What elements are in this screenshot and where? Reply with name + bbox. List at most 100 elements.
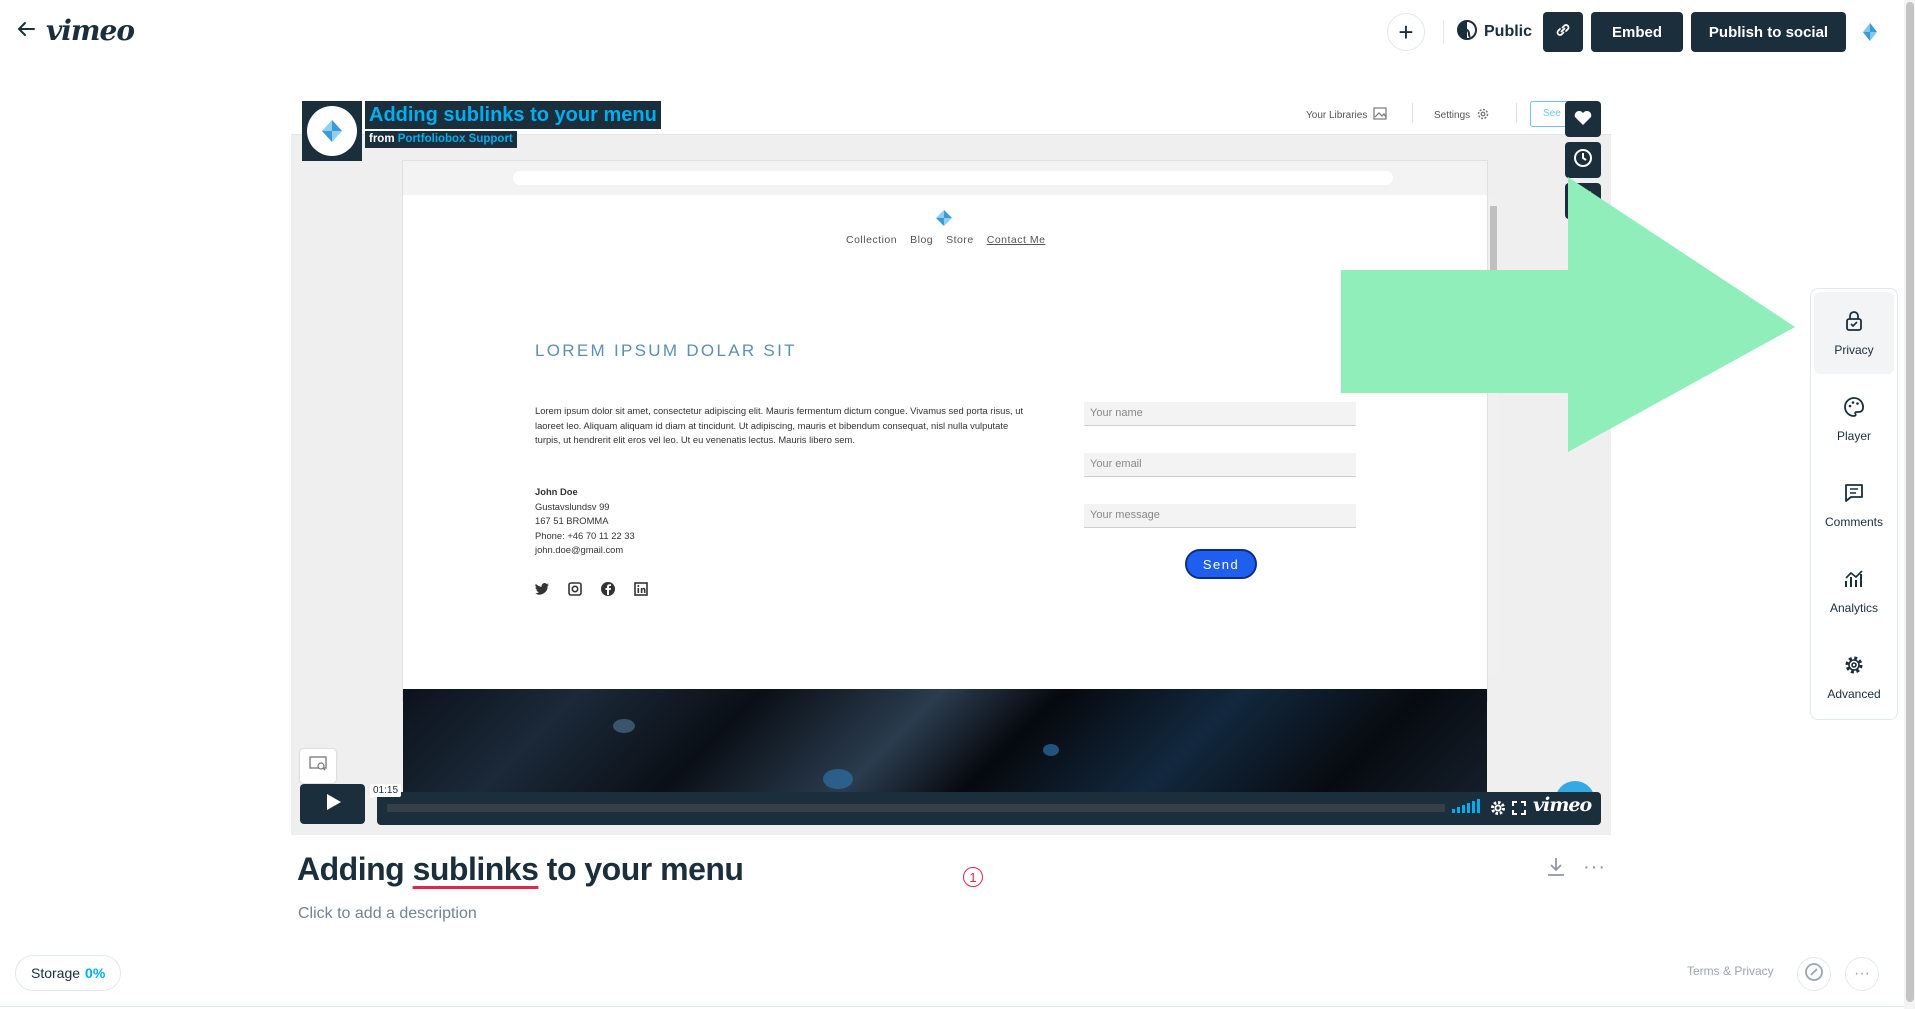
site-address: John Doe Gustavslundsv 99 167 51 BROMMA … [535,485,635,558]
gear-icon [1476,107,1490,124]
address-phone: Phone: +46 70 11 22 33 [535,529,635,541]
progress-bar[interactable] [387,804,1445,812]
site-navigation: Collection Blog Store Contact Me [846,234,1045,246]
settings-label: Settings [1434,110,1471,121]
storage-indicator[interactable]: Storage 0% [15,955,122,991]
divider [1516,103,1517,123]
storage-label: Storage [31,965,81,981]
side-panel-analytics[interactable]: Analytics [1814,550,1894,632]
recorded-url-field [513,171,1393,185]
settings-link: Settings [1434,107,1490,124]
linkedin-icon [633,581,649,597]
divider [0,1006,1904,1007]
grammarly-button[interactable] [1797,957,1831,991]
image-icon [1373,107,1387,123]
download-icon[interactable] [1546,856,1566,883]
title-part: Adding [297,851,413,887]
gear-icon [1843,654,1865,679]
site-message-field: Your message [1084,504,1356,528]
site-social-links [534,581,649,597]
play-icon [322,791,344,818]
site-nav-store: Store [946,234,974,246]
title-part: to your menu [538,851,744,887]
palette-icon [1843,396,1865,421]
instagram-icon [567,581,583,597]
fullscreen-icon[interactable] [1512,801,1526,820]
twitter-icon [534,581,550,597]
divider [1443,20,1444,44]
site-send-button: Send [1185,549,1257,579]
back-arrow-icon[interactable] [16,18,38,40]
link-icon [1554,21,1572,44]
side-panel-label: Comments [1824,514,1883,529]
side-panel-advanced[interactable]: Advanced [1814,636,1894,718]
side-panel-comments[interactable]: Comments [1814,464,1894,546]
your-libraries-link: Your Libraries [1306,107,1387,123]
player-settings-gear-icon[interactable] [1490,800,1506,821]
site-nav-contact: Contact Me [986,234,1046,246]
chapters-icon [309,755,327,777]
edit-check-icon [1804,962,1824,987]
volume-bar [1467,803,1470,813]
clock-icon [1573,148,1593,173]
page-scrollbar-thumb[interactable] [1906,2,1914,1002]
player-byline[interactable]: from Portfoliobox Support [365,131,517,148]
channel-avatar [307,106,357,156]
address-city: 167 51 BROMMA [535,515,609,527]
video-title-heading[interactable]: Adding sublinks to your menu [297,851,744,888]
libraries-label: Your Libraries [1306,109,1368,121]
create-button[interactable]: + [1387,13,1425,51]
recorded-browser-bar [403,161,1487,195]
globe-icon [1456,19,1478,46]
like-button[interactable] [1565,101,1601,137]
site-heading: LOREM IPSUM DOLAR SIT [535,341,797,360]
divider [1412,103,1413,123]
chapters-button[interactable] [300,749,336,783]
footer-more-icon[interactable]: ··· [1845,957,1879,991]
more-options-icon[interactable]: ··· [1583,856,1606,879]
volume-control[interactable] [1452,799,1480,813]
byline-author[interactable]: Portfoliobox Support [398,133,513,145]
site-logo-icon [933,207,955,229]
side-panel-label: Analytics [1829,600,1879,615]
volume-bar [1452,809,1455,813]
analytics-icon [1843,568,1865,593]
image-detail [613,719,635,733]
channel-thumbnail[interactable] [302,101,362,161]
vimeo-logo[interactable]: vimeo [46,14,135,47]
lock-icon [1844,310,1864,335]
terms-privacy-link[interactable]: Terms & Privacy [1687,964,1774,978]
publish-to-social-button[interactable]: Publish to social [1691,12,1846,52]
plus-icon: + [1398,16,1414,47]
byline-prefix: from [369,133,395,145]
side-panel-player[interactable]: Player [1814,378,1894,460]
vimeo-player-logo[interactable]: vimeo [1533,794,1592,816]
heart-icon [1573,108,1593,131]
annotation-arrow-icon [1341,177,1798,457]
storage-percent: 0% [85,965,106,981]
description-field[interactable]: Click to add a description [298,905,477,923]
address-street: Gustavslundsv 99 [535,500,610,512]
spellcheck-count-badge[interactable]: 1 [963,867,983,887]
current-time: 01:15 [370,784,402,797]
site-nav-collection: Collection [846,234,898,246]
site-name-field: Your name [1084,402,1356,426]
privacy-public-button[interactable]: Public [1450,13,1538,51]
embed-button[interactable]: Embed [1591,12,1683,52]
address-name: John Doe [535,486,578,497]
site-nav-blog: Blog [910,234,934,246]
side-panel-label: Player [1836,428,1871,443]
volume-bar [1457,807,1460,813]
play-button[interactable] [300,784,365,824]
site-body-text: Lorem ipsum dolor sit amet, consectetur … [535,405,1024,445]
player-video-title[interactable]: Adding sublinks to your menu [365,101,661,129]
portfoliobox-avatar[interactable] [1860,22,1880,42]
copy-link-button[interactable] [1543,12,1583,52]
watch-later-button[interactable] [1565,142,1601,178]
volume-bar [1472,801,1475,813]
side-panel-label: Privacy [1834,342,1874,357]
image-detail [1043,744,1059,756]
address-email: john.doe@gmail.com [535,544,624,556]
side-panel-privacy[interactable]: Privacy [1814,292,1894,374]
image-detail [823,769,853,789]
